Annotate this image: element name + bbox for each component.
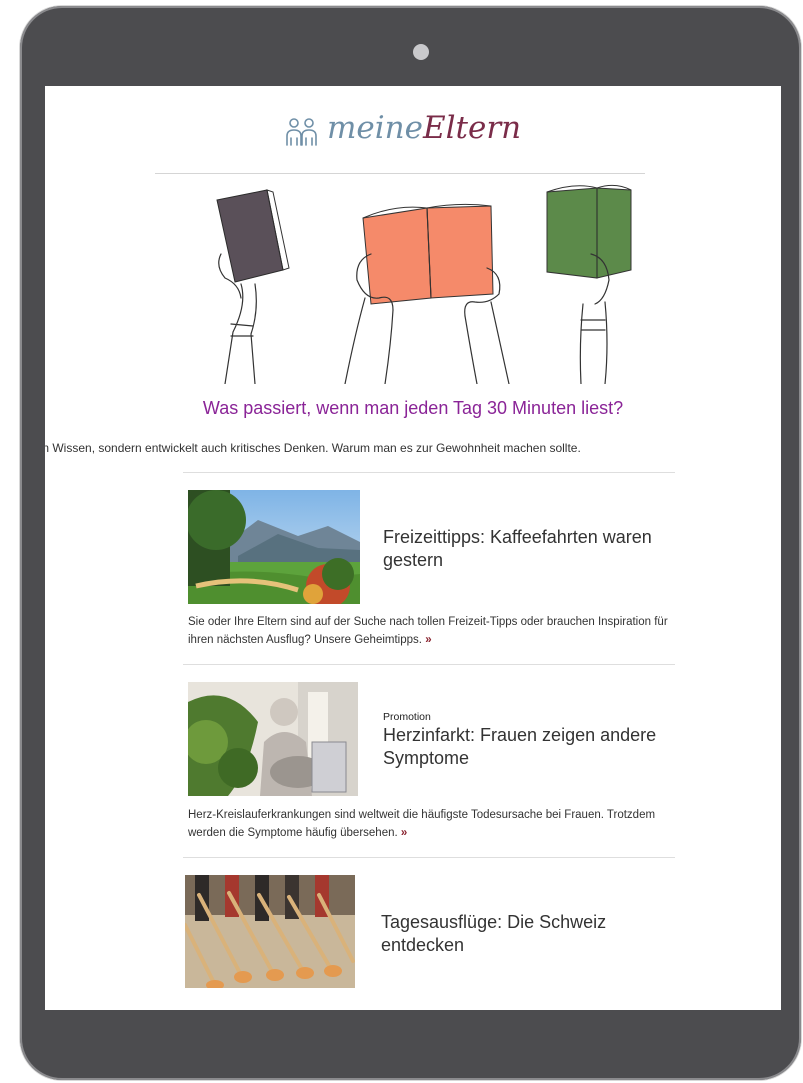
logo-text-meine: meine bbox=[327, 110, 423, 146]
logo-divider bbox=[155, 173, 645, 174]
promotion-badge: Promotion bbox=[383, 711, 431, 723]
headline-title[interactable]: Was passiert, wenn man jeden Tag 30 Minu… bbox=[45, 398, 781, 419]
article-description: Herz-Kreislauferkrankungen sind weltweit… bbox=[188, 809, 656, 839]
green-book-icon bbox=[546, 184, 632, 279]
dark-book-icon bbox=[216, 189, 290, 283]
brand-logo[interactable]: meineEltern bbox=[285, 110, 521, 146]
family-icon bbox=[286, 118, 317, 146]
headline-teaser: ein Wissen, sondern entwickelt auch krit… bbox=[45, 441, 581, 455]
divider bbox=[183, 857, 675, 858]
divider bbox=[183, 664, 675, 665]
article-image-woman-dog[interactable] bbox=[188, 682, 358, 796]
article-image-alphorns[interactable] bbox=[185, 875, 355, 988]
article-image-park[interactable] bbox=[188, 490, 360, 604]
article-title[interactable]: Freizeittipps: Kaffeefahrten waren geste… bbox=[383, 526, 683, 572]
article-title[interactable]: Herzinfarkt: Frauen zeigen andere Sympto… bbox=[383, 724, 673, 770]
reading-hands-illustration bbox=[216, 184, 632, 384]
camera-icon bbox=[413, 44, 429, 60]
article-title[interactable]: Tagesausflüge: Die Schweiz entdecken bbox=[381, 911, 671, 957]
newsletter-screen: meineEltern Was passiert, wenn man jeden… bbox=[45, 86, 781, 1010]
divider bbox=[183, 472, 675, 473]
article-description: Sie oder Ihre Eltern sind auf der Suche … bbox=[188, 616, 668, 646]
read-more-link[interactable]: » bbox=[425, 634, 431, 646]
orange-book-icon bbox=[362, 203, 494, 305]
logo-text-eltern: Eltern bbox=[422, 110, 522, 146]
read-more-link[interactable]: » bbox=[401, 827, 407, 839]
